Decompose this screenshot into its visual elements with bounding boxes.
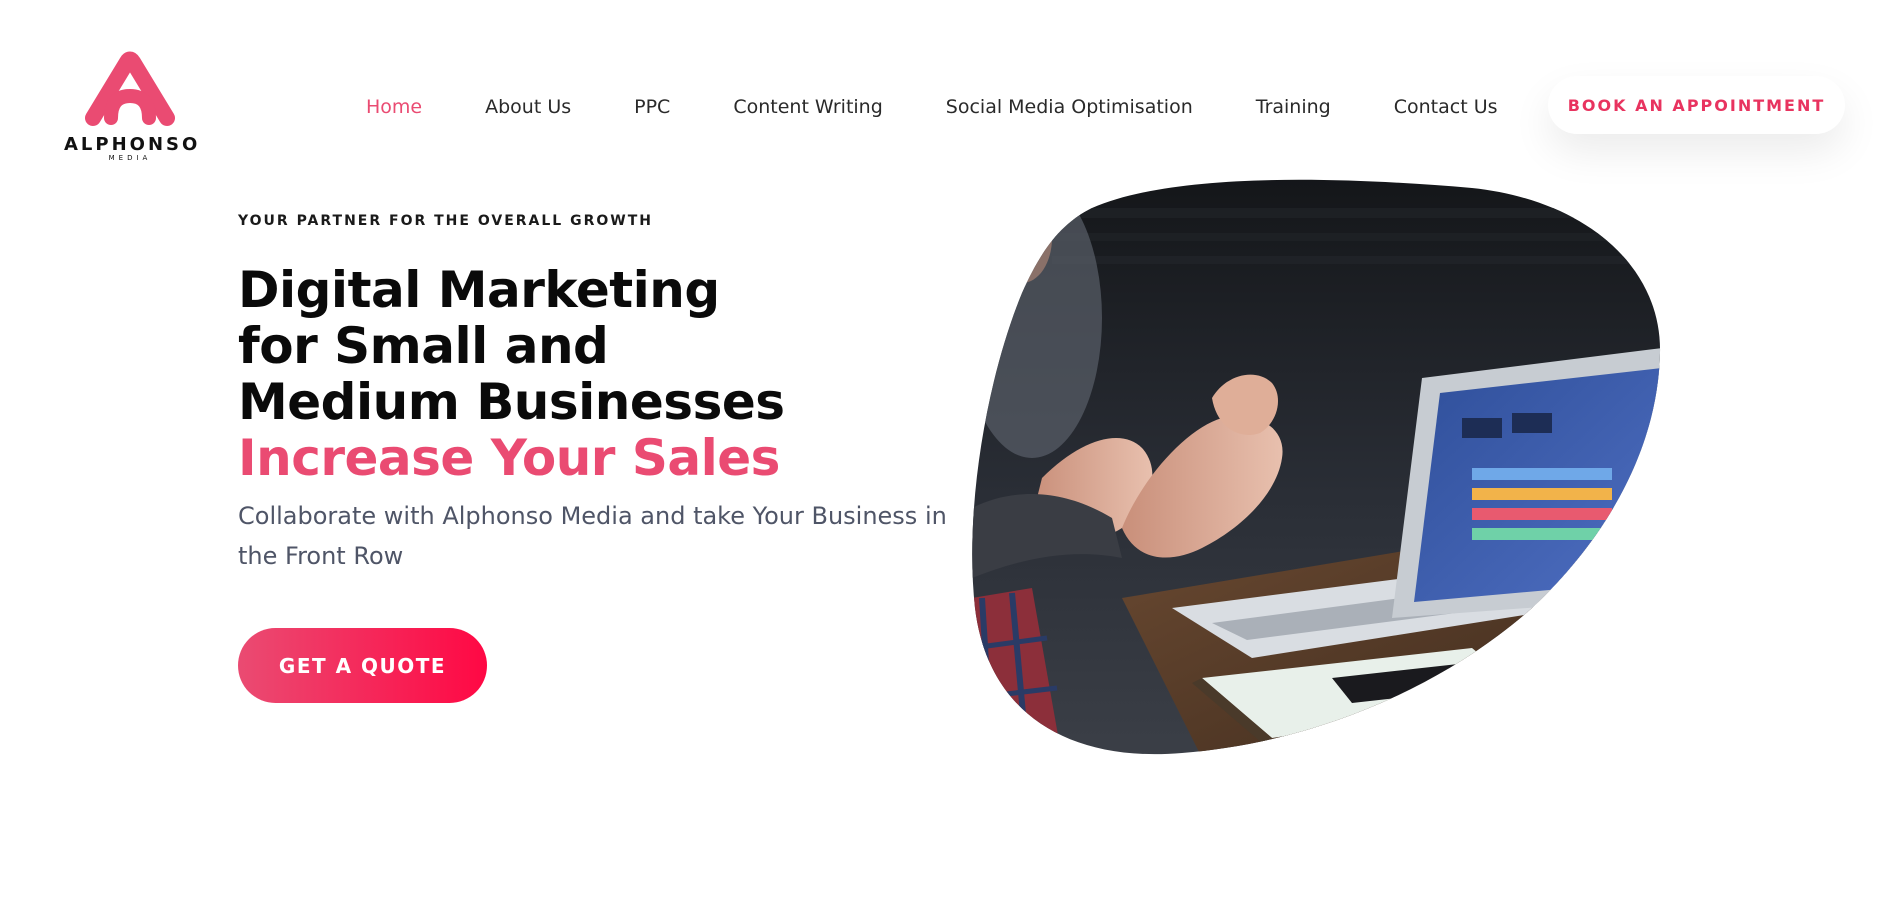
hero-eyebrow: YOUR PARTNER FOR THE OVERALL GROWTH xyxy=(238,213,653,229)
headline-line-2: for Small and xyxy=(238,317,609,375)
hero-headline: Digital Marketing for Small and Medium B… xyxy=(238,262,785,486)
hero-subtext: Collaborate with Alphonso Media and take… xyxy=(238,502,947,570)
nav-item-social-media-optimisation[interactable]: Social Media Optimisation xyxy=(946,94,1193,120)
page: ALPHONSO MEDIA Home About Us PPC Content… xyxy=(0,0,1896,908)
brand-name: ALPHONSO xyxy=(64,134,201,155)
brand-subname: MEDIA xyxy=(108,154,152,162)
nav-item-about-us[interactable]: About Us xyxy=(485,94,571,120)
book-appointment-button[interactable]: BOOK AN APPOINTMENT xyxy=(1548,76,1845,134)
nav-item-contact-us[interactable]: Contact Us xyxy=(1394,94,1498,120)
alphonso-logo-icon xyxy=(85,51,175,126)
get-quote-button[interactable]: GET A QUOTE xyxy=(238,628,487,703)
nav-item-ppc[interactable]: PPC xyxy=(634,94,670,120)
nav-item-training[interactable]: Training xyxy=(1256,94,1331,120)
main-nav: Home About Us PPC Content Writing Social… xyxy=(366,94,1498,120)
nav-item-home[interactable]: Home xyxy=(366,94,422,120)
headline-line-1: Digital Marketing xyxy=(238,261,720,319)
nav-item-content-writing[interactable]: Content Writing xyxy=(733,94,882,120)
hero-photo xyxy=(972,179,1661,755)
headline-accent: Increase Your Sales xyxy=(238,429,780,487)
headline-line-3: Medium Businesses xyxy=(238,373,785,431)
brand-logo[interactable]: ALPHONSO MEDIA xyxy=(64,50,201,166)
